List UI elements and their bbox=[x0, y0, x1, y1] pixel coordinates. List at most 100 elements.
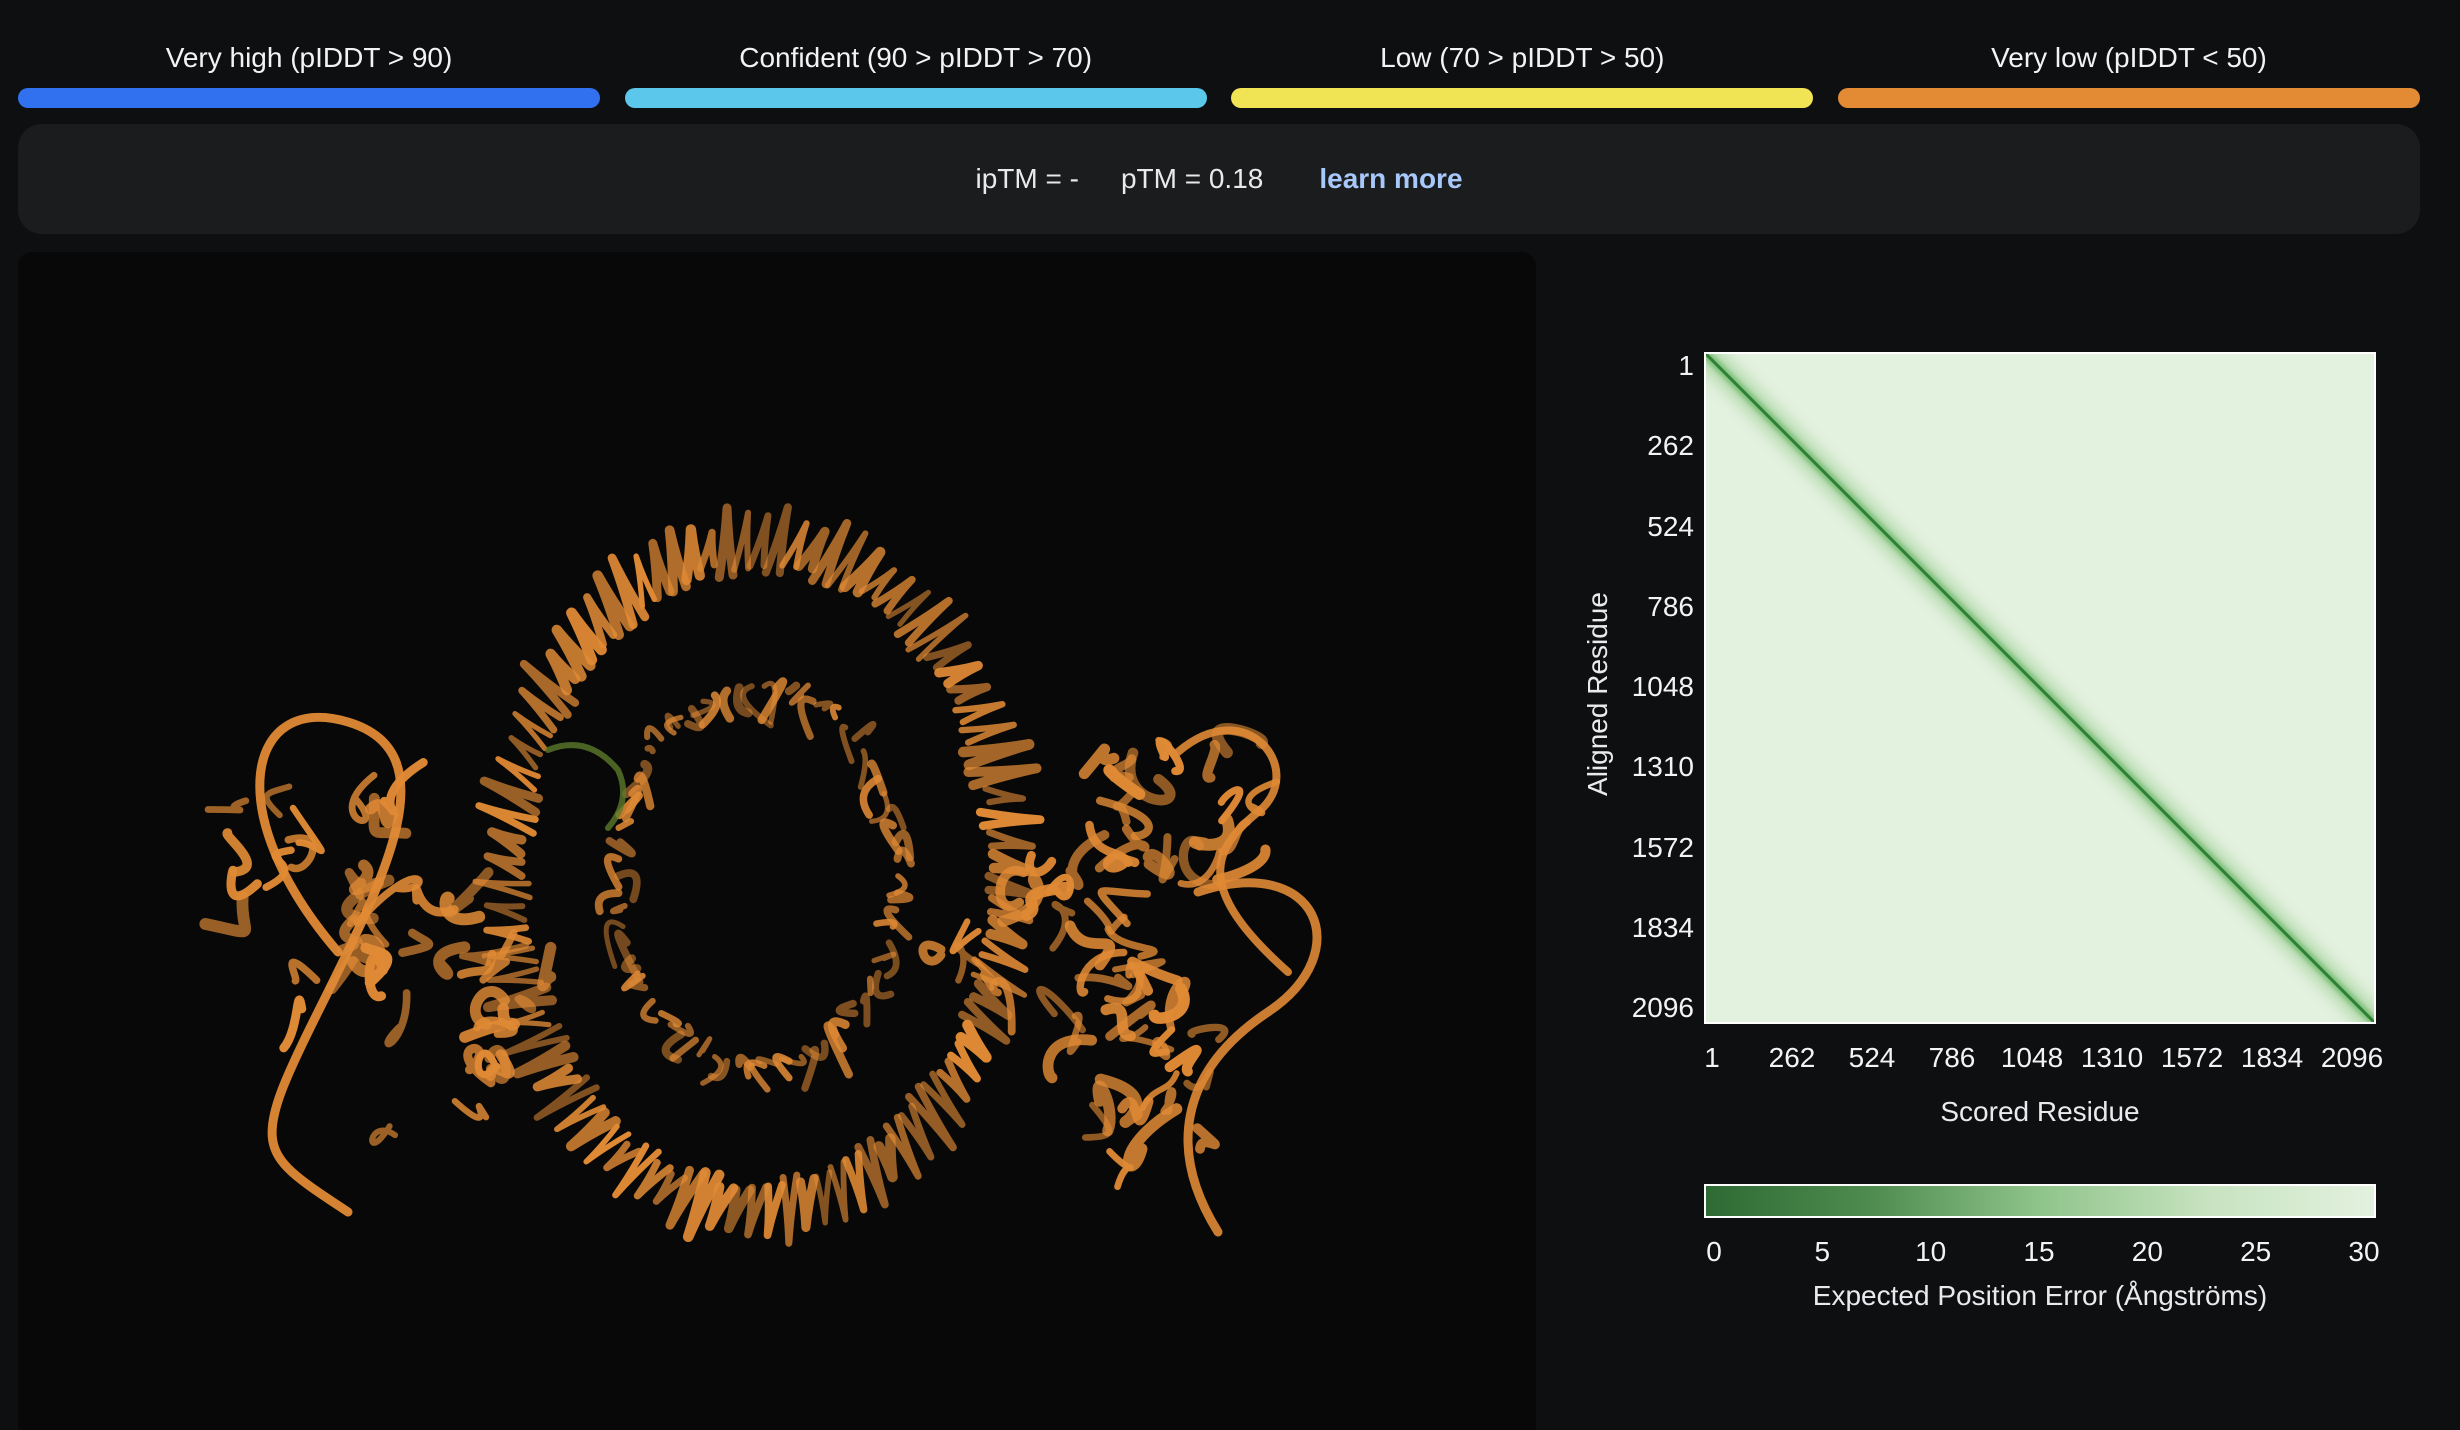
iptm-score: ipTM = - bbox=[975, 163, 1079, 194]
y-tick-label: 262 bbox=[1647, 430, 1694, 462]
ribbon-segment bbox=[640, 997, 659, 1024]
ribbon-segment bbox=[871, 951, 897, 964]
legend-color-bar bbox=[1231, 88, 1814, 108]
colorbar-tick-label: 20 bbox=[2131, 1236, 2163, 1267]
ribbon-segment bbox=[532, 1063, 583, 1092]
y-tick-label: 1048 bbox=[1631, 671, 1694, 702]
ribbon-segment bbox=[839, 723, 855, 765]
learn-more-link[interactable]: learn more bbox=[1319, 163, 1462, 195]
ribbon-segment bbox=[451, 1097, 490, 1121]
ribbon-segment bbox=[444, 867, 494, 918]
ribbon-segment bbox=[1036, 985, 1087, 1034]
y-tick-label: 786 bbox=[1647, 590, 1694, 622]
legend-confident: Confident (90 > pIDDT > 70) bbox=[624, 30, 1207, 110]
legend-label: Very low (pIDDT < 50) bbox=[1991, 42, 2267, 73]
colorbar-tick-label: 15 bbox=[2023, 1236, 2055, 1267]
ribbon-segment bbox=[893, 846, 915, 868]
ribbon-segment bbox=[957, 739, 1035, 771]
ribbon-segment bbox=[1155, 737, 1184, 776]
y-tick-label: 524 bbox=[1647, 510, 1694, 542]
ribbon-segment bbox=[681, 524, 705, 586]
x-tick-label: 524 bbox=[1848, 1042, 1896, 1073]
x-tick-label: 2096 bbox=[2320, 1042, 2384, 1073]
ribbon-segment bbox=[222, 828, 252, 877]
colorbar-tick-label: 10 bbox=[1915, 1236, 1947, 1267]
protein-ribbon-render[interactable] bbox=[18, 252, 1536, 1430]
ribbon-segment bbox=[746, 512, 772, 570]
ribbon-segment bbox=[1076, 948, 1128, 997]
ribbon-segment bbox=[661, 1030, 685, 1064]
ribbon-segment bbox=[763, 1181, 786, 1239]
colorbar-title: Expected Position Error (Ångströms) bbox=[1812, 1280, 2268, 1311]
ribbon-segment bbox=[868, 791, 890, 824]
score-panel: ipTM = - pTM = 0.18 learn more bbox=[18, 124, 2420, 234]
ribbon-segment bbox=[1142, 849, 1175, 880]
ribbon-segment bbox=[866, 975, 875, 997]
ribbon-segment bbox=[697, 529, 718, 572]
ribbon-segment bbox=[204, 797, 250, 814]
ribbon-segment bbox=[537, 941, 557, 992]
ribbon-segment bbox=[1149, 1026, 1176, 1057]
legend-very-low: Very low (pIDDT < 50) bbox=[1837, 30, 2420, 110]
pae-colorbar bbox=[1704, 1184, 2376, 1218]
ribbon-segment bbox=[433, 941, 471, 980]
ribbon-segment bbox=[873, 1133, 898, 1183]
ribbon-segment bbox=[829, 703, 842, 721]
structure-viewer[interactable] bbox=[18, 252, 1536, 1430]
ribbon-segment bbox=[487, 827, 527, 859]
ribbon-segment bbox=[859, 774, 882, 819]
ribbon-segment bbox=[610, 902, 628, 915]
ribbon-segment bbox=[263, 783, 293, 819]
ribbon-segment bbox=[873, 918, 898, 930]
ribbon-segment bbox=[842, 1149, 868, 1214]
ribbon-segment bbox=[1102, 853, 1140, 873]
ribbon-segment bbox=[1187, 1023, 1229, 1044]
heatmap-svg bbox=[1706, 354, 2374, 1022]
ribbon-segment bbox=[199, 891, 252, 938]
ribbon-segment bbox=[813, 700, 834, 712]
x-tick-label: 1310 bbox=[2080, 1042, 2144, 1073]
ribbon-segment bbox=[1202, 739, 1221, 783]
y-tick-label: 1834 bbox=[1631, 911, 1694, 943]
ribbon-segment bbox=[851, 721, 877, 743]
ribbon-segment bbox=[1192, 1123, 1220, 1154]
x-tick-label: 1572 bbox=[2160, 1042, 2224, 1073]
y-axis-title: Aligned Residue bbox=[1582, 592, 1613, 796]
colorbar-tick-label: 5 bbox=[1814, 1236, 1831, 1267]
y-tick-label: 1 bbox=[1678, 350, 1694, 381]
ribbon-segment bbox=[605, 836, 636, 858]
legend-color-bar bbox=[1837, 88, 2420, 108]
pae-heatmap[interactable] bbox=[1704, 352, 2376, 1024]
colorbar-tick-label: 25 bbox=[2240, 1236, 2272, 1267]
x-tick-label: 1 bbox=[1704, 1042, 1720, 1073]
ribbon-segment bbox=[797, 695, 817, 740]
ptm-score: pTM = 0.18 bbox=[1120, 163, 1264, 194]
legend-label: Very high (pIDDT > 90) bbox=[165, 42, 453, 73]
ribbon-segment bbox=[835, 999, 859, 1018]
ribbon-segment bbox=[934, 660, 983, 689]
x-tick-label: 1834 bbox=[2240, 1042, 2304, 1073]
legend-low: Low (70 > pIDDT > 50) bbox=[1231, 30, 1814, 110]
ribbon-segment bbox=[644, 725, 665, 742]
ribbon-segment bbox=[644, 745, 656, 755]
legend-very-high: Very high (pIDDT > 90) bbox=[18, 30, 600, 110]
x-tick-label: 1048 bbox=[2000, 1042, 2064, 1073]
ribbon-segment bbox=[714, 503, 738, 582]
ribbon-segment bbox=[958, 721, 1017, 746]
colorbar-tick-label: 0 bbox=[1706, 1236, 1722, 1267]
plddt-legend: Very high (pIDDT > 90) Confident (90 > p… bbox=[18, 30, 2420, 110]
pae-plot-container: Aligned Residue 1 262 524 786 1048 1310 1572 18… bbox=[1560, 330, 2440, 1330]
ribbon-segment bbox=[289, 804, 325, 855]
x-tick-label: 262 bbox=[1768, 1042, 1816, 1073]
ribbon-segment bbox=[827, 1158, 849, 1223]
legend-color-bar bbox=[624, 88, 1207, 108]
ribbon-segment bbox=[975, 807, 1045, 831]
y-tick-label: 1310 bbox=[1631, 751, 1694, 783]
ribbon-segment bbox=[1174, 726, 1292, 976]
x-tick-label: 786 bbox=[1928, 1042, 1976, 1073]
ribbon-segment bbox=[369, 1123, 399, 1146]
ribbon-segment bbox=[795, 1174, 819, 1232]
ribbon-segment bbox=[735, 1053, 755, 1071]
ribbon-segment bbox=[508, 735, 544, 771]
ribbon-segment bbox=[946, 682, 991, 705]
